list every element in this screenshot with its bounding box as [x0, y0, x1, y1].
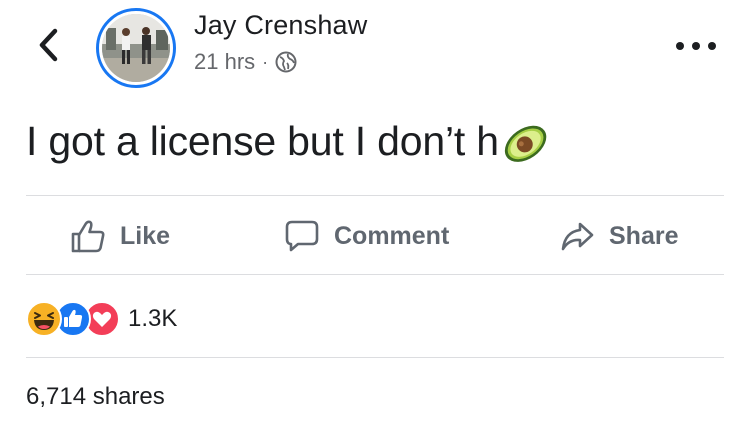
reactions-summary[interactable]: 1.3K: [26, 300, 177, 338]
reaction-count: 1.3K: [128, 305, 178, 332]
post-text: I got a license but I don’t h: [26, 118, 551, 165]
share-label: Share: [609, 221, 679, 250]
more-dot: [692, 42, 700, 50]
haha-icon: [26, 301, 62, 337]
avatar-photo: [102, 14, 170, 82]
shares-count[interactable]: 6,714 shares: [26, 383, 165, 411]
comment-button[interactable]: Comment: [284, 212, 449, 260]
share-button[interactable]: Share: [559, 212, 678, 260]
post-text-content: I got a license but I don’t h: [26, 118, 499, 164]
post-meta: 21 hrs ·: [194, 49, 297, 75]
like-button[interactable]: Like: [70, 212, 170, 260]
meta-separator: ·: [262, 51, 269, 72]
comment-icon: [285, 220, 319, 252]
timestamp[interactable]: 21 hrs: [194, 49, 255, 75]
avatar[interactable]: [96, 8, 176, 88]
globe-icon: [275, 51, 297, 73]
more-dot: [676, 42, 684, 50]
more-options-button[interactable]: [676, 34, 716, 58]
comment-label: Comment: [334, 221, 450, 250]
share-arrow-icon: [561, 222, 594, 251]
reaction-icons: [26, 301, 120, 337]
divider: [26, 195, 724, 196]
like-label: Like: [120, 221, 171, 250]
avocado-emoji: [499, 121, 551, 165]
post-page: Jay Crenshaw 21 hrs · I got a license bu…: [0, 0, 750, 448]
back-button[interactable]: [28, 22, 68, 68]
chevron-left-icon: [39, 28, 58, 62]
thumbs-up-icon: [71, 220, 105, 253]
more-dot: [708, 42, 716, 50]
divider: [26, 357, 724, 358]
author-name[interactable]: Jay Crenshaw: [194, 10, 367, 41]
divider: [26, 274, 724, 275]
